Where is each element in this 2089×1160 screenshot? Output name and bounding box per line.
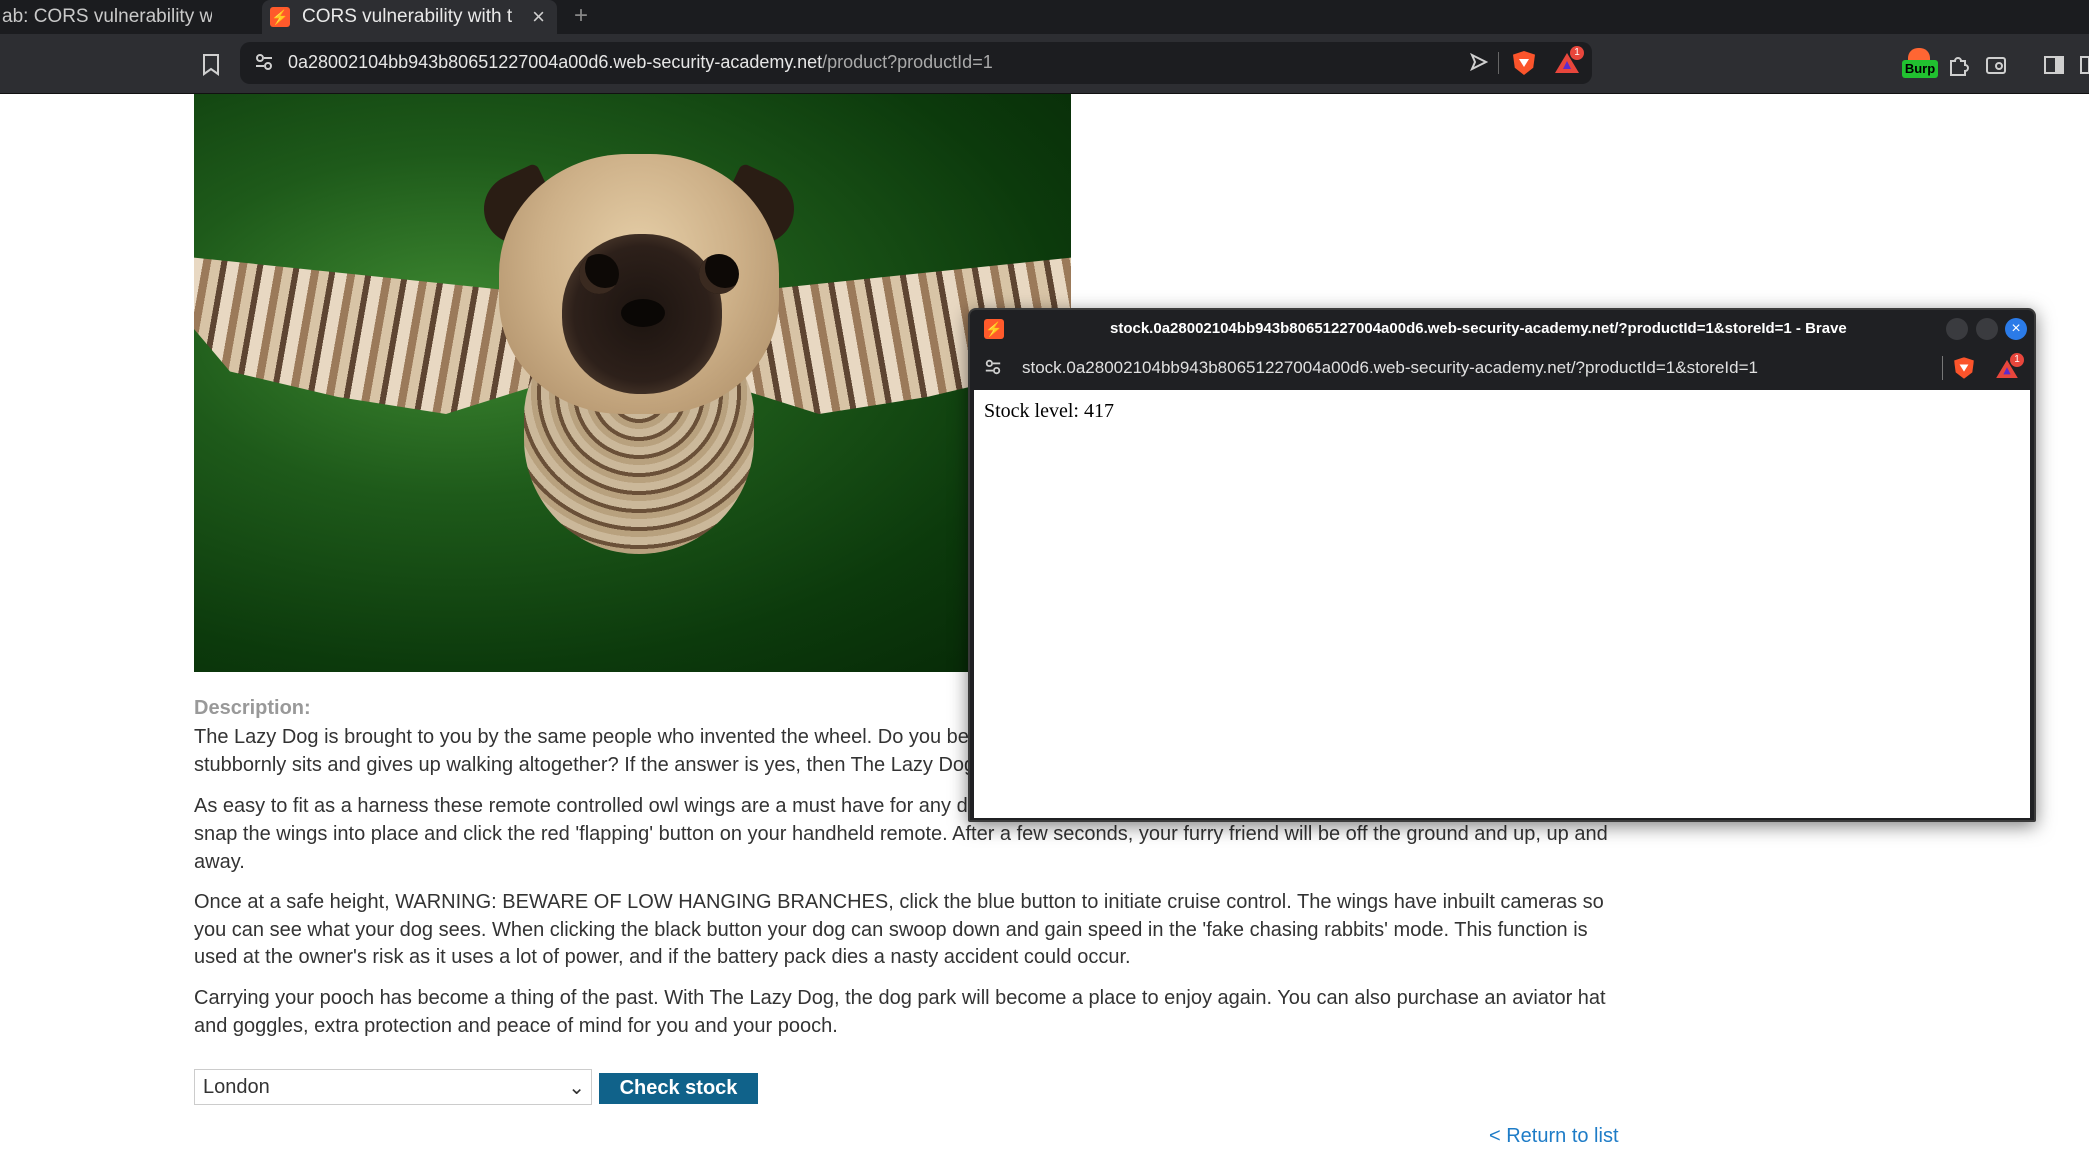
popup-title: stock.0a28002104bb943b80651227004a00d6.w… <box>1110 320 1847 337</box>
site-settings-icon[interactable] <box>254 52 274 76</box>
product-image <box>194 94 1071 672</box>
send-icon[interactable] <box>1470 52 1489 75</box>
rewards-badge: 1 <box>1570 46 1584 60</box>
burp-label: Burp <box>1902 60 1938 78</box>
portswigger-favicon-icon: ⚡ <box>270 7 290 27</box>
popup-content: Stock level: 417 <box>974 390 2030 818</box>
chevron-down-icon: ⌄ <box>568 1077 585 1099</box>
pug-eye-left <box>579 254 619 294</box>
pug-nose <box>621 299 665 327</box>
brave-shields-icon[interactable] <box>1513 51 1535 75</box>
description-paragraph-3: Once at a safe height, WARNING: BEWARE O… <box>194 891 1604 968</box>
pug-eye-right <box>699 254 739 294</box>
url-host: 0a28002104bb943b80651227004a00d6.web-sec… <box>288 52 823 72</box>
return-to-list-link[interactable]: < Return to list <box>1489 1125 1619 1148</box>
popup-url: stock.0a28002104bb943b80651227004a00d6.w… <box>1022 358 1758 377</box>
window-menu-icon[interactable] <box>2080 54 2089 80</box>
divider <box>1498 52 1499 74</box>
close-tab-icon[interactable]: × <box>532 4 545 30</box>
address-bar[interactable]: 0a28002104bb943b80651227004a00d6.web-sec… <box>240 42 1592 84</box>
popup-address-bar[interactable]: stock.0a28002104bb943b80651227004a00d6.w… <box>970 348 2034 388</box>
popup-title-bar[interactable]: ⚡ stock.0a28002104bb943b80651227004a00d6… <box>970 310 2034 348</box>
new-tab-button[interactable]: + <box>574 2 588 30</box>
close-window-button[interactable]: × <box>2005 318 2027 340</box>
tab-label: ab: CORS vulnerability with t <box>2 6 212 27</box>
store-select[interactable]: London ⌄ <box>194 1069 592 1105</box>
browser-toolbar: 0a28002104bb943b80651227004a00d6.web-sec… <box>0 34 2089 94</box>
wallet-icon[interactable] <box>1985 54 2007 80</box>
divider <box>1942 356 1943 380</box>
tab-label: CORS vulnerability with tr <box>302 6 512 27</box>
tab-strip: ab: CORS vulnerability with t ⚡ CORS vul… <box>0 0 2089 34</box>
check-stock-button[interactable]: Check stock <box>599 1073 758 1104</box>
sidebar-toggle-icon[interactable] <box>2043 54 2065 80</box>
maximize-button[interactable] <box>1976 318 1998 340</box>
minimize-button[interactable] <box>1946 318 1968 340</box>
extensions-puzzle-icon[interactable] <box>1948 54 1970 80</box>
stock-popup-window: ⚡ stock.0a28002104bb943b80651227004a00d6… <box>968 308 2036 822</box>
url-path: /product?productId=1 <box>822 52 993 72</box>
site-settings-icon[interactable] <box>984 358 1002 380</box>
tab-product-active[interactable]: ⚡ CORS vulnerability with tr × <box>262 0 557 34</box>
stock-level-text: Stock level: 417 <box>984 400 1114 422</box>
url-text: 0a28002104bb943b80651227004a00d6.web-sec… <box>288 52 993 73</box>
description-paragraph-2-rest: snap the wings into place and click the … <box>194 823 1608 873</box>
tab-lab-inactive[interactable]: ab: CORS vulnerability with t <box>0 0 238 34</box>
burp-extension-icon[interactable]: Burp <box>1902 48 1938 80</box>
rewards-badge: 1 <box>2010 353 2024 367</box>
brave-shields-icon[interactable] <box>1954 357 1974 379</box>
description-paragraph-4: Carrying your pooch has become a thing o… <box>194 987 1606 1037</box>
store-select-value: London <box>203 1075 270 1098</box>
portswigger-favicon-icon: ⚡ <box>984 319 1004 339</box>
bookmark-icon[interactable] <box>202 54 220 80</box>
description-heading: Description: <box>194 697 311 719</box>
